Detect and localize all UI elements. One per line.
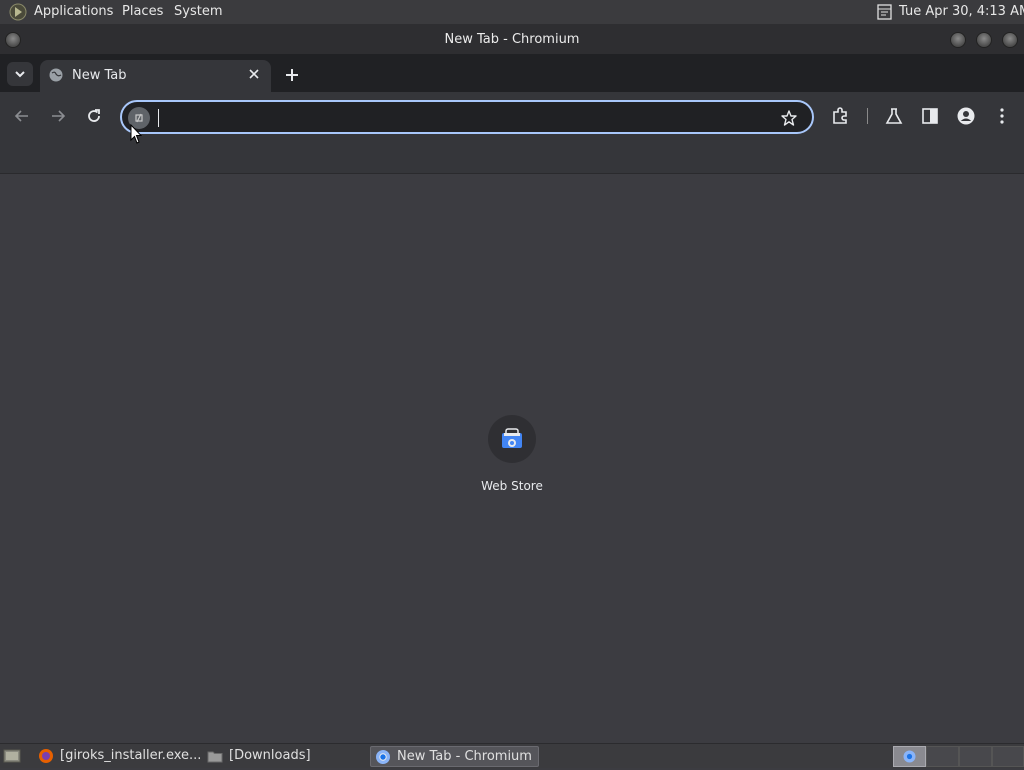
- task-firefox[interactable]: [giroks_installer.exe...: [34, 746, 202, 767]
- tab-strip: New Tab: [0, 54, 1024, 92]
- labs-flask-icon[interactable]: [884, 106, 904, 126]
- clock[interactable]: Tue Apr 30, 4:13 AM: [899, 4, 1024, 19]
- new-tab-page: Web Store: [0, 175, 1024, 743]
- workspace-3[interactable]: [959, 746, 992, 767]
- menu-applications[interactable]: Applications: [34, 4, 113, 19]
- profile-icon[interactable]: [956, 106, 976, 126]
- text-caret: [158, 109, 159, 127]
- menu-places[interactable]: Places: [122, 4, 163, 19]
- calendar-clock-icon[interactable]: [876, 3, 894, 21]
- window-title: New Tab - Chromium: [444, 32, 580, 47]
- toolbar-separator: [867, 108, 868, 124]
- close-tab-icon[interactable]: [245, 65, 263, 83]
- star-icon[interactable]: [780, 109, 798, 127]
- chevron-down-icon: [15, 71, 25, 78]
- browser-toolbar: [0, 92, 1024, 140]
- folder-icon: [207, 751, 223, 763]
- shortcut-web-store[interactable]: Web Store: [472, 415, 552, 499]
- window-titlebar[interactable]: New Tab - Chromium: [0, 24, 1024, 54]
- shortcut-tile[interactable]: [488, 415, 536, 463]
- task-label: New Tab - Chromium: [397, 749, 532, 764]
- show-desktop-icon[interactable]: [3, 747, 21, 765]
- close-window-icon[interactable]: [1002, 32, 1018, 48]
- minimize-icon[interactable]: [950, 32, 966, 48]
- bookmarks-bar: [0, 140, 1024, 174]
- maximize-icon[interactable]: [976, 32, 992, 48]
- task-downloads[interactable]: [Downloads]: [203, 746, 363, 767]
- workspace-1[interactable]: [893, 746, 926, 767]
- taskbar: [giroks_installer.exe... [Downloads] New…: [0, 743, 1024, 768]
- task-label: [giroks_installer.exe...: [60, 748, 202, 763]
- gnome-foot-icon[interactable]: [8, 3, 28, 21]
- reload-icon[interactable]: [84, 106, 104, 126]
- new-tab-plus-icon[interactable]: [281, 64, 303, 86]
- task-label: [Downloads]: [229, 748, 311, 763]
- side-panel-icon[interactable]: [920, 106, 940, 126]
- shortcut-label: Web Store: [481, 479, 543, 493]
- task-chromium[interactable]: New Tab - Chromium: [370, 746, 539, 767]
- extensions-icon[interactable]: [830, 106, 850, 126]
- globe-icon: [49, 68, 63, 82]
- tab-search-button[interactable]: [7, 62, 33, 86]
- tab-new-tab[interactable]: New Tab: [40, 60, 271, 92]
- omnibox[interactable]: [120, 100, 814, 134]
- firefox-icon: [39, 749, 53, 763]
- forward-icon[interactable]: [48, 106, 68, 126]
- chromium-icon: [376, 750, 390, 764]
- workspace-2[interactable]: [926, 746, 959, 767]
- tab-label: New Tab: [72, 68, 127, 83]
- more-menu-icon[interactable]: [992, 106, 1012, 126]
- menu-system[interactable]: System: [174, 4, 222, 19]
- web-store-icon: [502, 428, 522, 448]
- back-icon[interactable]: [12, 106, 32, 126]
- address-input[interactable]: [156, 106, 766, 128]
- mouse-pointer-icon: [130, 124, 142, 144]
- chromium-icon: [903, 750, 916, 763]
- workspace-4[interactable]: [992, 746, 1024, 767]
- top-panel: Applications Places System Tue Apr 30, 4…: [0, 0, 1024, 24]
